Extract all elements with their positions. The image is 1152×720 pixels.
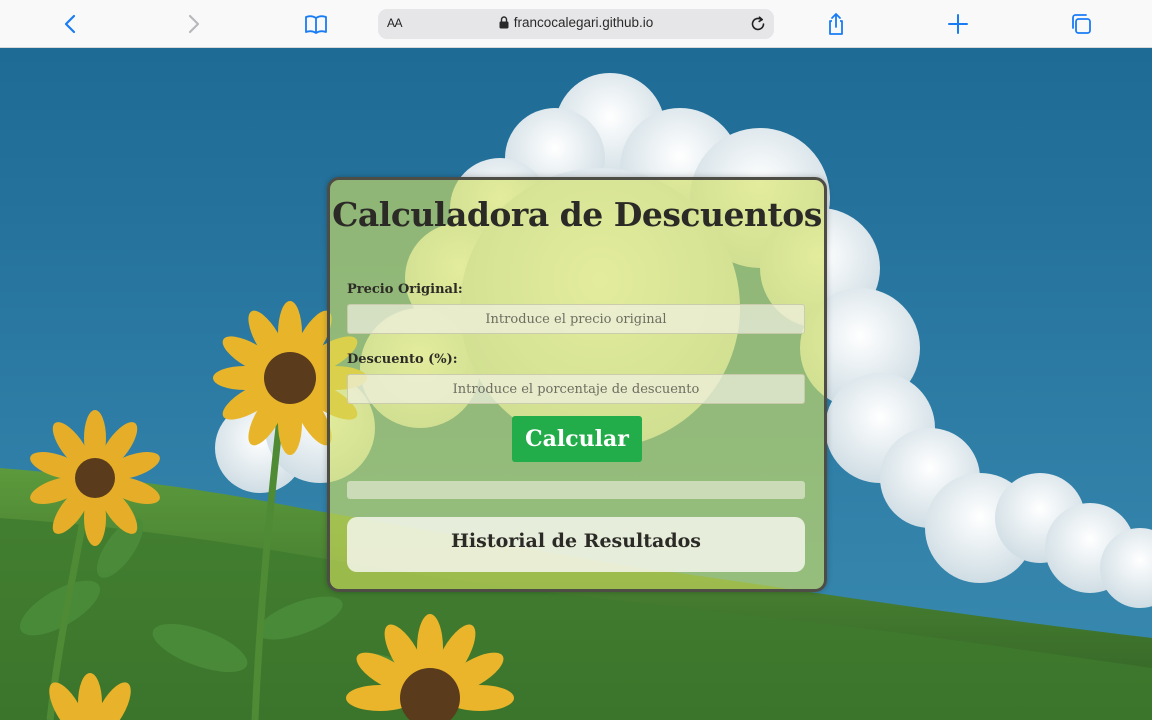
plus-icon[interactable] (946, 12, 970, 36)
price-label: Precio Original: (347, 282, 463, 297)
lock-icon (499, 16, 509, 32)
book-icon[interactable] (304, 12, 328, 36)
calculate-button[interactable]: Calcular (512, 416, 642, 462)
discount-label: Descuento (%): (347, 352, 458, 367)
price-input[interactable] (347, 304, 805, 334)
url-text: francocalegari.github.io (513, 15, 654, 30)
page-title: Calculadora de Descuentos (332, 195, 822, 234)
tabs-icon[interactable] (1069, 12, 1093, 36)
history-panel: Historial de Resultados (347, 517, 805, 572)
discount-input[interactable] (347, 374, 805, 404)
reload-icon[interactable] (748, 14, 768, 34)
share-icon[interactable] (824, 12, 848, 36)
forward-icon[interactable] (181, 12, 205, 36)
history-title: Historial de Resultados (450, 530, 702, 552)
discount-calculator-card: Calculadora de Descuentos Precio Origina… (327, 177, 827, 592)
back-icon[interactable] (59, 12, 83, 36)
address-bar[interactable]: AA francocalegari.github.io (378, 9, 774, 39)
url-display[interactable]: francocalegari.github.io (378, 15, 774, 32)
result-display (347, 481, 805, 499)
browser-toolbar: AA francocalegari.github.io (0, 0, 1152, 48)
